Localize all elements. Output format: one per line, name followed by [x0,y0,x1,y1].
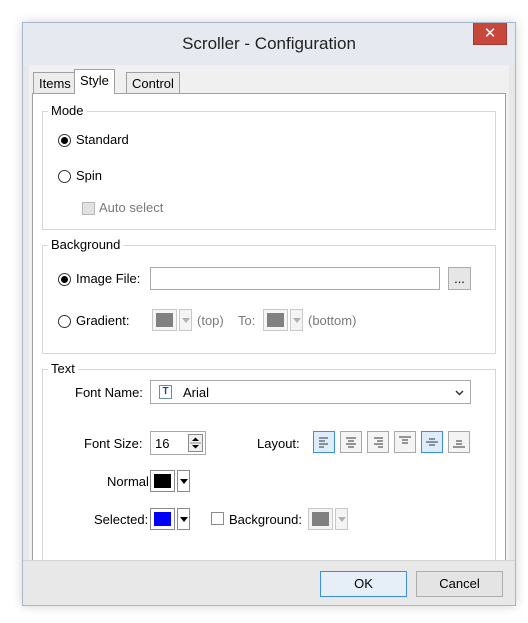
window-title: Scroller - Configuration [182,34,356,53]
style-tab-page: Mode Standard Spin Auto select Backgroun… [32,93,506,581]
align-center-icon [346,437,356,448]
browse-button[interactable]: ... [448,267,471,290]
spinner-arrows-icon [190,437,201,449]
tab-style[interactable]: Style [74,69,115,94]
align-top-icon [399,436,411,444]
chevron-down-icon[interactable] [455,390,464,396]
mode-legend: Mode [48,103,87,118]
font-name-value: Arial [183,385,210,400]
gradient-bottom-color-button[interactable] [263,309,288,331]
ok-button[interactable]: OK [320,571,407,597]
cancel-button[interactable]: Cancel [416,571,503,597]
auto-select-checkbox[interactable] [82,202,95,215]
normal-color-label: Normal: [107,474,153,489]
background-legend: Background [48,237,124,252]
align-left-icon [319,437,328,448]
spin-radio[interactable] [58,170,71,183]
normal-color-dropdown[interactable] [177,470,190,492]
layout-label: Layout: [257,436,300,451]
align-top-button[interactable] [394,431,416,453]
font-name-select[interactable]: T Arial [150,380,471,404]
gradient-bottom-hint: (bottom) [308,313,357,328]
align-middle-icon [426,438,438,446]
selected-color-label: Selected: [94,512,149,527]
normal-color-button[interactable] [150,470,175,492]
font-size-spinner[interactable] [188,434,203,452]
font-size-value: 16 [155,436,170,451]
image-file-input[interactable] [150,267,440,290]
close-button[interactable]: ✕ [473,23,507,45]
title-bar[interactable]: Scroller - Configuration ✕ [23,23,515,65]
background-color-label[interactable]: Background: [229,512,302,527]
image-file-radio[interactable] [58,273,71,286]
gradient-top-dropdown[interactable] [179,309,192,331]
selected-color-dropdown[interactable] [177,508,190,530]
text-background-color-dropdown[interactable] [335,508,348,530]
align-right-button[interactable] [367,431,389,453]
selected-color-swatch [154,512,171,526]
dialog-button-bar: OK Cancel [23,560,515,605]
spin-label[interactable]: Spin [76,168,102,183]
gradient-top-swatch [156,313,173,327]
tab-control[interactable]: Control [126,72,180,93]
gradient-top-color-button[interactable] [152,309,177,331]
truetype-font-icon: T [159,385,172,399]
align-center-button[interactable] [340,431,362,453]
configuration-dialog: Scroller - Configuration ✕ Items Style C… [22,22,516,606]
text-background-color-button[interactable] [308,508,333,530]
background-color-checkbox[interactable] [211,512,224,525]
gradient-bottom-swatch [267,313,284,327]
gradient-to-label: To: [238,313,256,328]
align-bottom-icon [453,440,465,448]
gradient-label[interactable]: Gradient: [76,313,129,328]
font-name-label: Font Name: [75,385,143,400]
align-bottom-button[interactable] [448,431,470,453]
background-group: Background [42,237,496,354]
gradient-top-hint: (top) [197,313,224,328]
text-legend: Text [48,361,78,376]
gradient-radio[interactable] [58,315,71,328]
text-background-color-swatch [312,512,329,526]
dialog-client-area: Items Style Control Mode Standard Spin A… [29,65,509,581]
gradient-bottom-dropdown[interactable] [290,309,303,331]
selected-color-button[interactable] [150,508,175,530]
tab-items[interactable]: Items [33,72,77,93]
align-middle-button[interactable] [421,431,443,453]
font-size-input[interactable]: 16 [150,431,206,455]
auto-select-label: Auto select [99,200,164,215]
standard-radio[interactable] [58,134,71,147]
font-size-label: Font Size: [84,436,143,451]
normal-color-swatch [154,474,171,488]
align-right-icon [374,437,383,448]
standard-label[interactable]: Standard [76,132,129,147]
align-left-button[interactable] [313,431,335,453]
image-file-label[interactable]: Image File: [76,271,140,286]
